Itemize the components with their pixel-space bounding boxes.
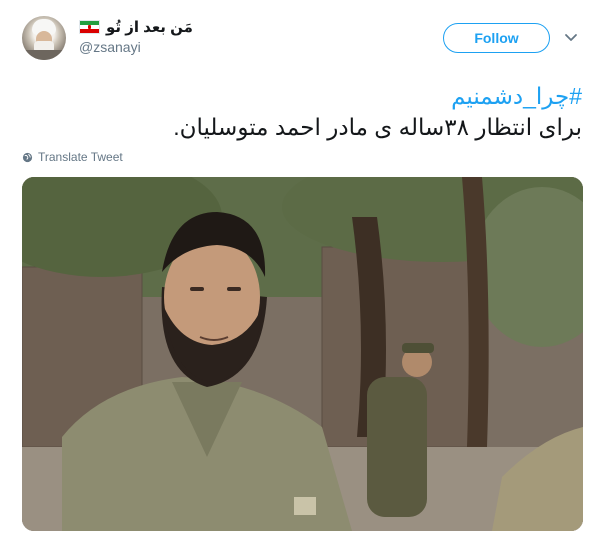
tweet-card: مَن بعد از تُو @zsanayi Follow #چرا_دشمن… [0,0,606,540]
translate-tweet-link[interactable]: Translate Tweet [22,150,123,164]
translate-label: Translate Tweet [38,150,123,164]
tweet-text: برای انتظار ۳۸ساله ی مادر احمد متوسلیان. [173,114,582,140]
iran-flag-icon [79,20,100,34]
user-handle[interactable]: @zsanayi [79,39,141,55]
avatar[interactable] [22,16,66,60]
follow-button[interactable]: Follow [443,23,550,53]
chevron-down-icon[interactable] [564,33,578,43]
display-name[interactable]: مَن بعد از تُو [106,18,193,36]
photo-illustration [22,177,583,531]
tweet-photo[interactable] [22,177,583,531]
globe-icon [22,152,33,162]
avatar-robe [22,50,66,60]
author-name-row[interactable]: مَن بعد از تُو [79,16,193,38]
hashtag-link[interactable]: #چرا_دشمنیم [451,83,582,110]
